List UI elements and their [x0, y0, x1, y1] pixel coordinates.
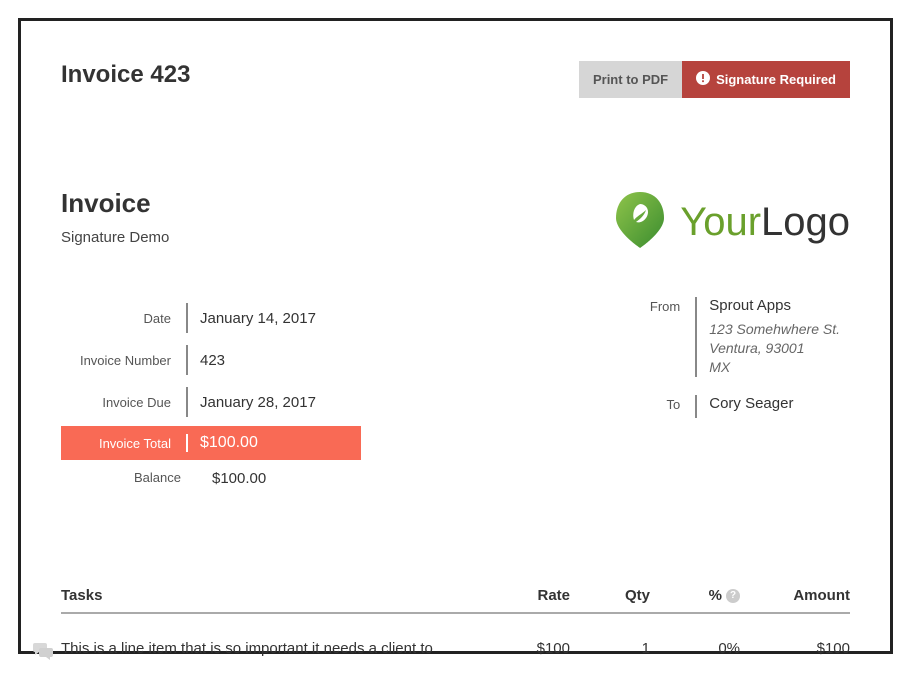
to-label: To [640, 395, 695, 418]
balance-value: $100.00 [196, 470, 346, 487]
from-addr-line2: Ventura, 93001 [709, 339, 840, 358]
header-buttons: Print to PDF Signature Required [579, 61, 850, 98]
logo-text: YourLogo [680, 200, 850, 245]
help-icon[interactable]: ? [726, 589, 740, 603]
invoice-due-label: Invoice Due [61, 395, 186, 410]
task-amount: $100 [740, 640, 850, 657]
company-logo: YourLogo [612, 188, 850, 257]
pct-label: % [709, 587, 722, 604]
comment-icon[interactable] [33, 642, 53, 664]
logo-your: Your [680, 200, 761, 244]
invoice-number-label: Invoice Number [61, 353, 186, 368]
invoice-total-value: $100.00 [186, 434, 336, 452]
table-row: This is a line item that is so important… [61, 614, 850, 657]
leaf-icon [612, 188, 668, 257]
from-label: From [640, 297, 695, 377]
table-header: Tasks Rate Qty % ? Amount [61, 587, 850, 614]
meta-balance-row: Balance $100.00 [61, 460, 361, 497]
from-name: Sprout Apps [709, 297, 840, 314]
task-qty: 1 [570, 640, 650, 657]
from-addr-line3: MX [709, 358, 840, 377]
from-row: From Sprout Apps 123 Somehwhere St. Vent… [640, 297, 840, 377]
invoice-number-value: 423 [186, 345, 336, 375]
print-to-pdf-button[interactable]: Print to PDF [579, 61, 682, 98]
signature-label: Signature Required [716, 72, 836, 87]
alert-icon [696, 71, 710, 88]
invoice-total-label: Invoice Total [61, 436, 186, 451]
to-name: Cory Seager [709, 395, 793, 412]
col-header-tasks: Tasks [61, 587, 480, 604]
meta-total-row: Invoice Total $100.00 [61, 426, 361, 460]
col-header-pct: % ? [650, 587, 740, 604]
col-header-rate: Rate [480, 587, 570, 604]
signature-required-button[interactable]: Signature Required [682, 61, 850, 98]
logo-logo: Logo [761, 200, 850, 244]
meta-number-row: Invoice Number 423 [61, 339, 361, 381]
invoice-heading: Invoice [61, 188, 169, 219]
invoice-subtitle: Signature Demo [61, 229, 169, 246]
from-addr-line1: 123 Somehwhere St. [709, 320, 840, 339]
to-row: To Cory Seager [640, 395, 840, 418]
page-title: Invoice 423 [61, 61, 190, 89]
balance-label: Balance [61, 470, 196, 487]
col-header-qty: Qty [570, 587, 650, 604]
print-label: Print to PDF [593, 72, 668, 87]
task-rate: $100 [480, 640, 570, 657]
date-label: Date [61, 311, 186, 326]
invoice-due-value: January 28, 2017 [186, 387, 336, 417]
col-header-amount: Amount [740, 587, 850, 604]
meta-date-row: Date January 14, 2017 [61, 297, 361, 339]
task-description: This is a line item that is so important… [61, 640, 480, 657]
task-pct: 0% [650, 640, 740, 657]
date-value: January 14, 2017 [186, 303, 336, 333]
meta-due-row: Invoice Due January 28, 2017 [61, 381, 361, 423]
